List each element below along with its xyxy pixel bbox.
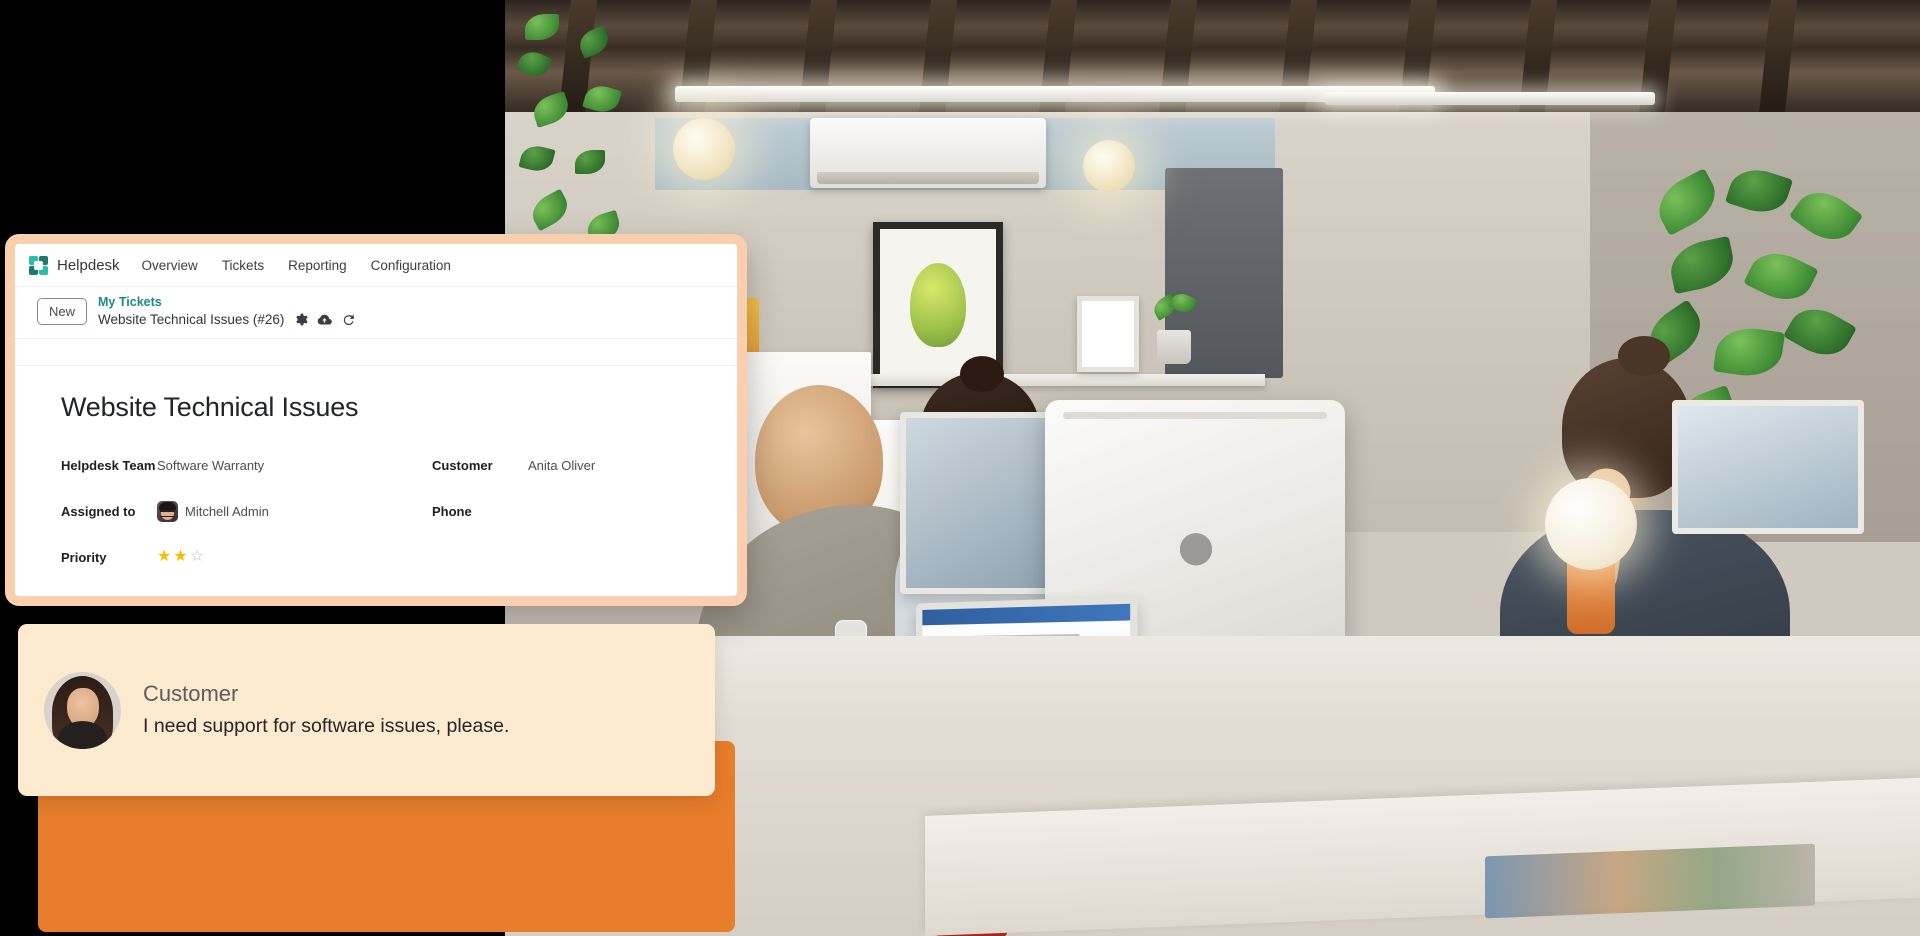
- field-phone: Phone: [416, 496, 707, 526]
- avatar: [157, 500, 178, 522]
- customer-role-label: Customer: [143, 680, 239, 706]
- form-column-left: Helpdesk Team Software Warranty Assigned…: [45, 450, 336, 597]
- customer-message-text: I need support for software issues, plea…: [143, 714, 510, 737]
- field-type: Type Issue: [45, 588, 336, 597]
- customer-avatar: [44, 671, 121, 749]
- apple-logo-icon: [1177, 522, 1215, 566]
- app-content: Helpdesk Overview Tickets Reporting Conf…: [15, 244, 737, 596]
- form-grid: Helpdesk Team Software Warranty Assigned…: [45, 450, 707, 597]
- breadcrumb-texts: My Tickets Website Technical Issues (#26…: [98, 295, 356, 328]
- cloud-upload-icon[interactable]: [317, 312, 333, 327]
- wall-shelf: [835, 374, 1265, 386]
- ceiling-light-strip: [675, 86, 1435, 102]
- field-label: Type: [45, 596, 157, 597]
- field-customer: Customer Anita Oliver: [416, 450, 707, 480]
- nav-item-overview[interactable]: Overview: [142, 258, 198, 273]
- top-navbar: Helpdesk Overview Tickets Reporting Conf…: [15, 244, 737, 287]
- person-woman-bun: [960, 356, 1004, 392]
- form-column-right: Customer Anita Oliver Phone: [336, 450, 707, 596]
- assignee-name: Mitchell Admin: [185, 503, 269, 519]
- star-filled[interactable]: ★: [173, 549, 187, 565]
- field-label: Phone: [432, 503, 472, 519]
- person-right-bun: [1618, 336, 1670, 376]
- desk-lamp-globe: [1545, 478, 1637, 570]
- field-label: Customer: [432, 457, 493, 473]
- breadcrumb-current-row: Website Technical Issues (#26): [98, 311, 356, 328]
- gear-icon[interactable]: [293, 312, 308, 327]
- pendant-lamp: [673, 118, 735, 180]
- field-priority: Priority ★ ★ ☆: [45, 542, 336, 572]
- app-brand-name[interactable]: Helpdesk: [57, 257, 120, 274]
- desk-photo-frame: [1077, 296, 1139, 372]
- helpdesk-app-window: Helpdesk Overview Tickets Reporting Conf…: [5, 234, 747, 606]
- breadcrumb-current: Website Technical Issues (#26): [98, 312, 285, 327]
- star-empty[interactable]: ☆: [190, 549, 204, 565]
- customer-message-card: Customer I need support for software iss…: [18, 624, 715, 796]
- desk-photo-prints: [1485, 843, 1815, 919]
- undo-icon[interactable]: [341, 312, 356, 327]
- customer-card-texts: Customer I need support for software iss…: [143, 680, 510, 739]
- field-label: Assigned to: [61, 503, 136, 519]
- nav-item-configuration[interactable]: Configuration: [371, 258, 451, 273]
- field-label: Helpdesk Team: [61, 457, 156, 473]
- priority-stars[interactable]: ★ ★ ☆: [157, 549, 204, 565]
- air-conditioner-vent: [817, 172, 1039, 184]
- nav-item-reporting[interactable]: Reporting: [288, 258, 347, 273]
- ceiling: [505, 0, 1920, 120]
- breadcrumb-parent-link[interactable]: My Tickets: [98, 295, 356, 310]
- secondary-monitor: [900, 412, 1062, 594]
- breadcrumb: New My Tickets Website Technical Issues …: [15, 287, 737, 339]
- field-value-wrap[interactable]: Mitchell Admin: [157, 500, 269, 522]
- record-sheet: Website Technical Issues Helpdesk Team S…: [15, 366, 737, 596]
- helpdesk-cross-icon: [29, 255, 48, 275]
- plant-pot: [1157, 330, 1191, 364]
- field-value[interactable]: Issue: [157, 596, 188, 597]
- star-filled[interactable]: ★: [157, 549, 171, 565]
- pendant-lamp: [1083, 140, 1135, 192]
- far-monitor: [1672, 400, 1864, 534]
- field-helpdesk-team: Helpdesk Team Software Warranty: [45, 450, 336, 480]
- sheet-toolbar-strip: [15, 339, 737, 366]
- nav-item-tickets[interactable]: Tickets: [222, 258, 264, 273]
- field-assigned-to: Assigned to Mitchell Admin: [45, 496, 336, 526]
- star-rating[interactable]: ★ ★ ☆: [157, 549, 204, 565]
- field-value[interactable]: Anita Oliver: [528, 458, 595, 473]
- status-badge-new[interactable]: New: [37, 298, 88, 325]
- field-label: Priority: [61, 549, 107, 565]
- ceiling-light-strip: [1325, 92, 1655, 105]
- page-title: Website Technical Issues: [61, 392, 359, 422]
- field-value[interactable]: Software Warranty: [157, 458, 264, 473]
